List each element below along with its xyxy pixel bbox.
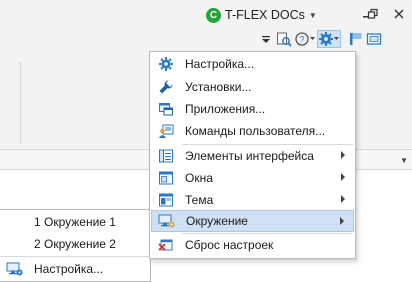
submenu-arrow-icon — [341, 173, 345, 181]
close-icon[interactable] — [392, 7, 406, 21]
menu-item-label: Настройка... — [185, 57, 255, 71]
app-dropdown-icon: ▼ — [308, 10, 317, 20]
environment-submenu: 1 Окружение 1 2 Окружение 2 Настройка... — [0, 209, 151, 282]
menu-item-label: Тема — [185, 193, 214, 207]
menu-item-label: Окна — [185, 171, 213, 185]
menu-item-interface-elements[interactable]: Элементы интерфейса — [151, 145, 354, 167]
submenu-item-label: Настройка... — [34, 262, 104, 276]
panel-layout-icon[interactable] — [365, 30, 383, 48]
menu-item-applications[interactable]: Приложения... — [151, 98, 354, 120]
submenu-item-label: 1 Окружение 1 — [34, 215, 116, 229]
tabs-dropdown-icon[interactable]: ▼ — [400, 156, 408, 165]
user-commands-icon — [151, 120, 181, 142]
restore-icon[interactable] — [366, 7, 380, 21]
interface-elements-icon — [151, 145, 181, 167]
quick-access-toolbar: ? — [257, 30, 383, 48]
menu-item-label: Сброс настроек — [185, 238, 274, 252]
menu-item-label: Окружение — [186, 214, 248, 228]
menu-item-reset-settings[interactable]: Сброс настроек — [151, 234, 354, 256]
submenu-separator — [0, 256, 150, 257]
ribbon-divider — [20, 62, 21, 144]
submenu-item-environment-2[interactable]: 2 Окружение 2 — [0, 233, 150, 255]
submenu-arrow-icon — [340, 217, 344, 225]
submenu-item-environment-1[interactable]: 1 Окружение 1 — [0, 211, 150, 233]
menu-item-windows[interactable]: Окна — [151, 167, 354, 189]
menu-item-label: Приложения... — [185, 102, 266, 116]
panel-left-icon[interactable] — [347, 30, 365, 48]
svg-text:?: ? — [299, 35, 304, 45]
submenu-item-environment-settings[interactable]: Настройка... — [0, 258, 150, 280]
menu-item-options[interactable]: Установки... — [151, 76, 354, 98]
title-bar: C T-FLEX DOCs ▼ — [0, 0, 412, 28]
settings-gear-button[interactable] — [317, 30, 341, 48]
help-icon[interactable]: ? — [293, 30, 317, 48]
app-name: T-FLEX DOCs — [225, 8, 305, 22]
menu-item-theme[interactable]: Тема — [151, 189, 354, 211]
wrench-icon — [151, 76, 181, 98]
menu-item-environment[interactable]: Окружение — [151, 210, 354, 232]
applications-icon — [151, 98, 181, 120]
menu-item-label: Установки... — [185, 80, 252, 94]
gear-icon — [151, 53, 181, 75]
reset-settings-icon — [151, 234, 181, 256]
submenu-arrow-icon — [341, 151, 345, 159]
settings-menu: Настройка... Установки... Приложения... … — [149, 51, 356, 259]
customize-toolbar-icon[interactable] — [257, 30, 275, 48]
submenu-item-label: 2 Окружение 2 — [34, 237, 116, 251]
menu-item-user-commands[interactable]: Команды пользователя... — [151, 120, 354, 142]
app-logo-icon: C — [206, 7, 221, 23]
menu-item-label: Команды пользователя... — [185, 124, 326, 138]
search-preview-icon[interactable] — [275, 30, 293, 48]
app-switcher[interactable]: C T-FLEX DOCs ▼ — [206, 6, 317, 24]
environment-settings-icon — [0, 258, 30, 280]
menu-item-label: Элементы интерфейса — [185, 149, 314, 163]
environment-icon — [152, 210, 182, 232]
theme-icon — [151, 189, 181, 211]
menu-item-settings[interactable]: Настройка... — [151, 53, 354, 75]
windows-icon — [151, 167, 181, 189]
submenu-arrow-icon — [341, 195, 345, 203]
